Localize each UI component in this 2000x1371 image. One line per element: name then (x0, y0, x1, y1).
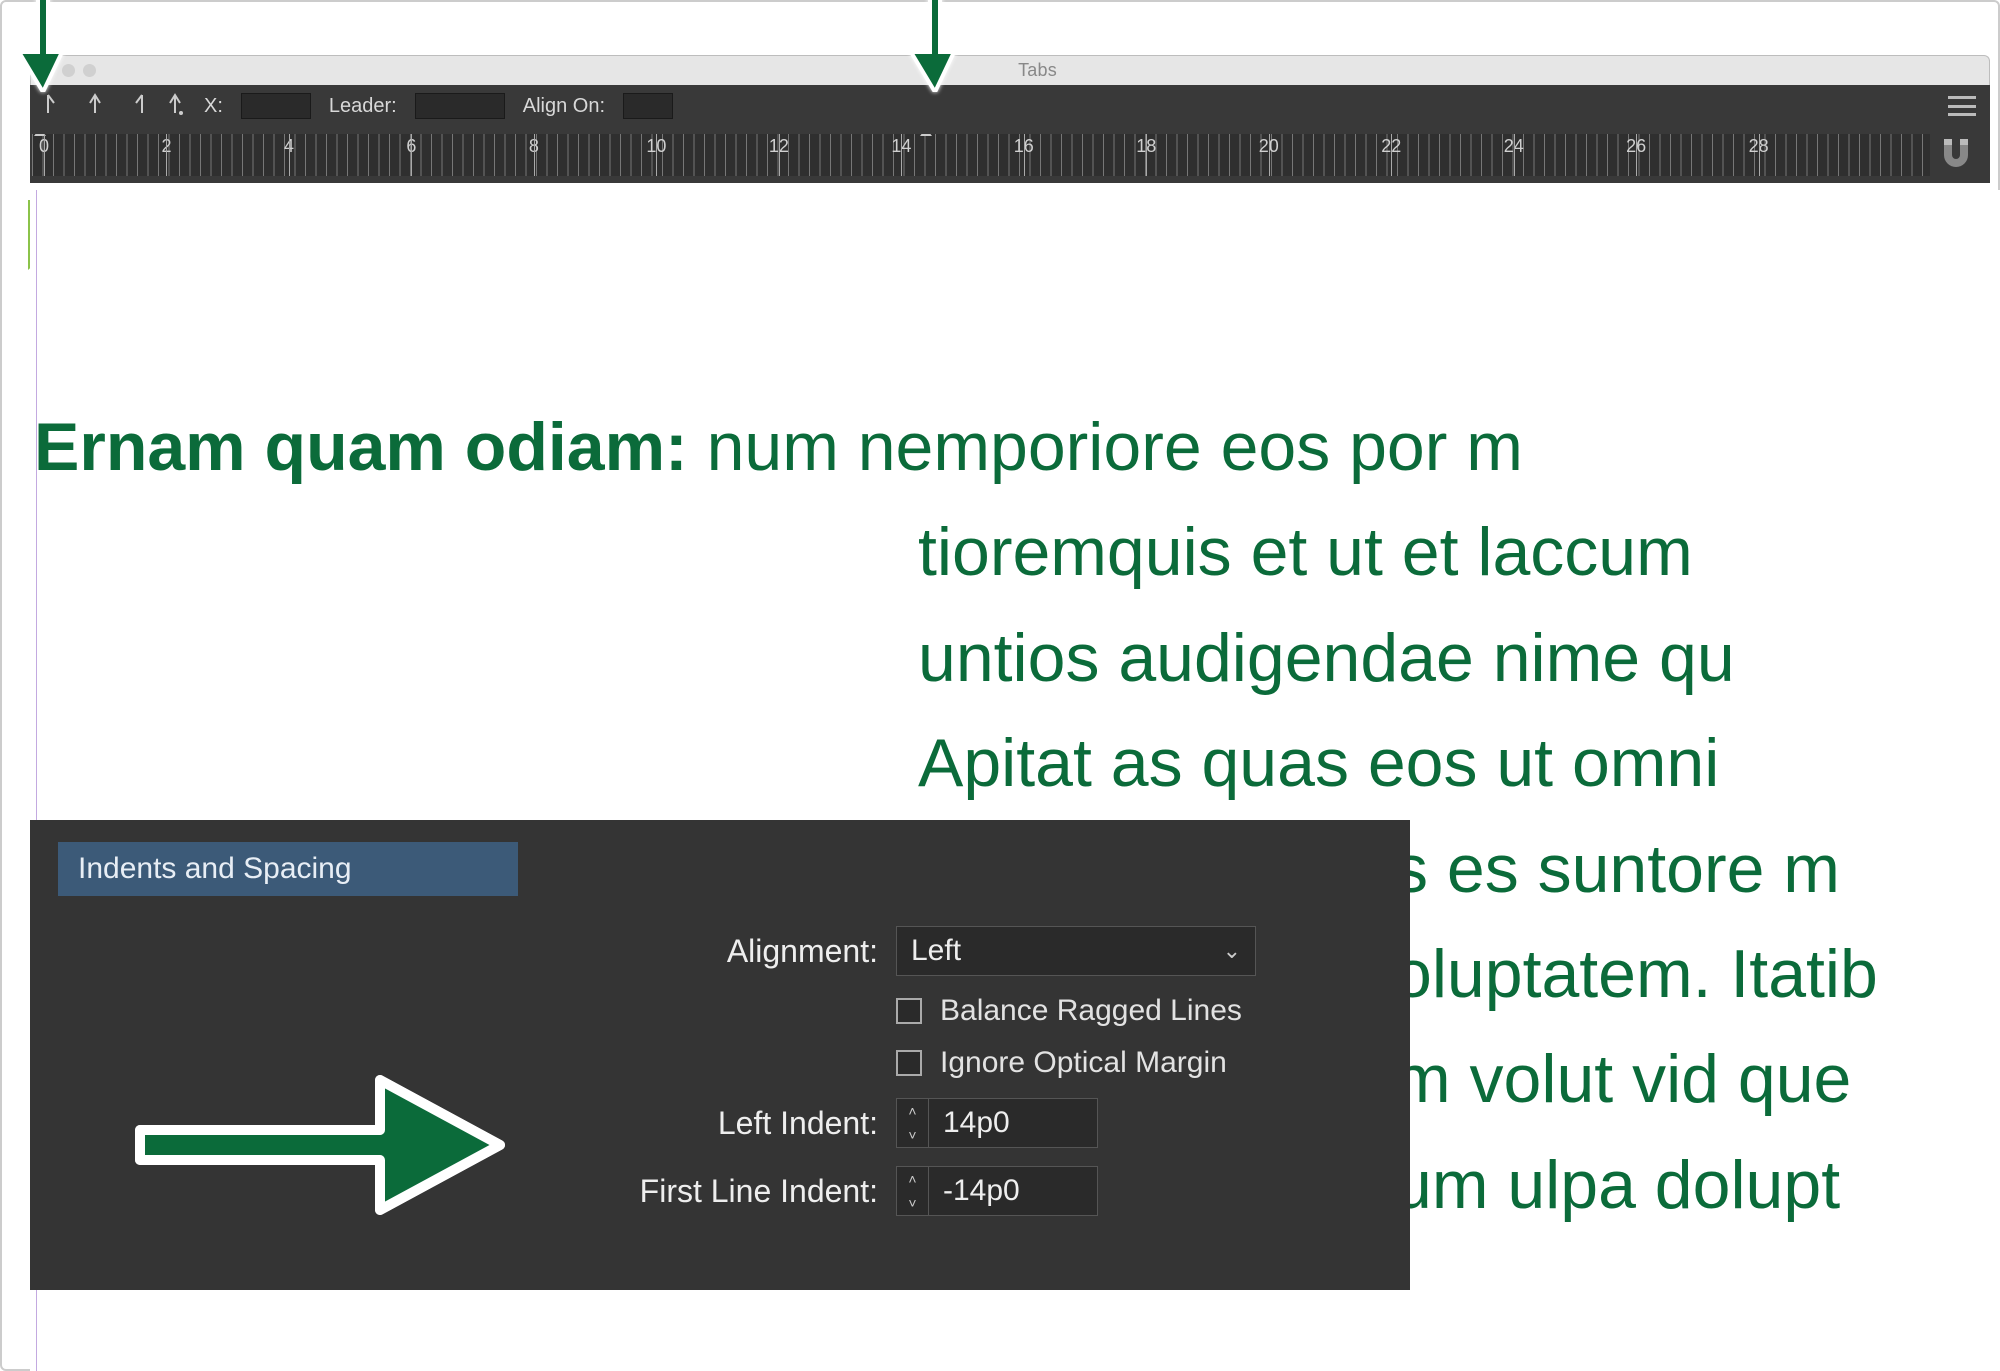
center-tab-icon[interactable] (84, 93, 106, 119)
chevron-down-icon: ⌄ (1223, 938, 1241, 964)
arrow-left-indent-marker (910, 0, 960, 92)
alignment-label: Alignment: (578, 933, 878, 970)
balance-ragged-label: Balance Ragged Lines (940, 994, 1242, 1028)
alignment-value: Left (911, 934, 961, 968)
first-line-indent-stepper[interactable]: ˄˅ -14p0 (896, 1166, 1098, 1216)
tabs-ruler[interactable]: 0246810121416182022242628 (32, 134, 1930, 176)
left-indent-input[interactable]: 14p0 (928, 1098, 1098, 1148)
left-tab-icon[interactable] (44, 93, 66, 119)
first-line-indent-input[interactable]: -14p0 (928, 1166, 1098, 1216)
x-label: X: (204, 95, 223, 118)
leader-input[interactable] (415, 93, 505, 119)
panel-title: Tabs (96, 60, 1979, 81)
left-indent-label: Left Indent: (578, 1105, 878, 1142)
zoom-icon[interactable] (83, 64, 96, 77)
right-tab-icon[interactable] (124, 93, 146, 119)
para-line2: tioremquis et ut et laccum (34, 500, 2000, 605)
snap-magnet-icon[interactable] (1936, 135, 1976, 175)
tabs-toolbar: X: Leader: Align On: (30, 85, 1990, 127)
first-line-indent-label: First Line Indent: (578, 1173, 878, 1210)
arrow-first-line-indent-marker (18, 0, 68, 92)
indents-spacing-dialog: Indents and Spacing Alignment: Left ⌄ Ba… (30, 820, 1410, 1290)
decimal-tab-icon[interactable] (164, 93, 186, 119)
para-line3: untios audigendae nime qu (34, 606, 2000, 711)
align-on-label: Align On: (523, 95, 605, 118)
leader-label: Leader: (329, 95, 397, 118)
alignment-select[interactable]: Left ⌄ (896, 926, 1256, 976)
chevron-down-icon[interactable]: ˅ (897, 1123, 928, 1147)
dialog-section-header[interactable]: Indents and Spacing (58, 842, 518, 896)
tabs-ruler-row: 0246810121416182022242628 (30, 127, 1990, 183)
left-indent-marker-icon[interactable] (920, 134, 930, 138)
para-line1-rest: num nemporiore eos por m (688, 409, 1523, 485)
balance-ragged-checkbox[interactable] (896, 998, 922, 1024)
align-on-input[interactable] (623, 93, 673, 119)
para-line4: Apitat as quas eos ut omni (34, 711, 2000, 816)
run-in-head: Ernam quam odiam: (34, 409, 688, 485)
tabs-titlebar[interactable]: Tabs (30, 55, 1990, 85)
tabs-panel: Tabs X: Leader: Align On: 0246810 (30, 55, 1990, 183)
chevron-up-icon[interactable]: ˄ (897, 1167, 928, 1191)
callout-arrow-icon (130, 1060, 510, 1230)
panel-menu-icon[interactable] (1948, 96, 1976, 116)
ignore-optical-label: Ignore Optical Margin (940, 1046, 1227, 1080)
left-indent-stepper[interactable]: ˄˅ 14p0 (896, 1098, 1098, 1148)
ignore-optical-checkbox[interactable] (896, 1050, 922, 1076)
chevron-up-icon[interactable]: ˄ (897, 1099, 928, 1123)
x-input[interactable] (241, 93, 311, 119)
chevron-down-icon[interactable]: ˅ (897, 1191, 928, 1215)
